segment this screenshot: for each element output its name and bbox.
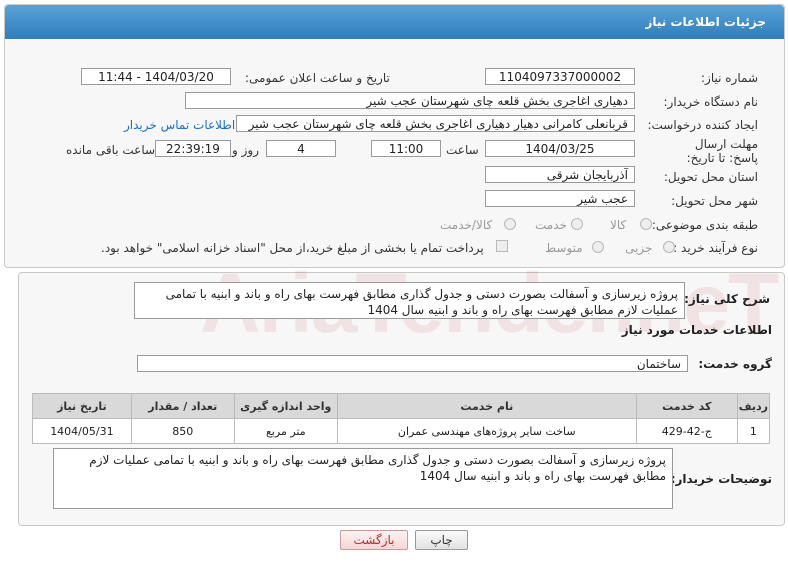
cell-row: 1 <box>736 418 771 444</box>
services-table: ردیف کد خدمت نام خدمت واحد اندازه گیری ت… <box>32 393 771 444</box>
time-label: ساعت <box>446 143 479 157</box>
deadline-label: مهلت ارسال پاسخ: تا تاریخ: <box>686 137 758 165</box>
process-label: نوع فرآیند خرید : <box>673 241 758 255</box>
creator-label: ایجاد کننده درخواست: <box>647 118 758 132</box>
service-group-label: گروه خدمت: <box>698 357 772 371</box>
description-label: شرح کلی نیاز: <box>684 292 770 306</box>
cell-date: 1404/05/31 <box>32 418 132 444</box>
remaining-time-field[interactable]: 22:39:19 <box>155 140 231 157</box>
city-label: شهر محل تحویل: <box>671 194 758 208</box>
days-field[interactable]: 4 <box>266 140 336 157</box>
creator-field[interactable]: قربانعلی کامرانی دهیار دهیاری اغاجری بخش… <box>236 115 635 132</box>
category-both-label: کالا/خدمت <box>440 218 493 232</box>
service-group-field[interactable]: ساختمان <box>137 355 688 372</box>
announce-field[interactable]: 1404/03/20 - 11:44 <box>81 68 231 85</box>
category-radio-service[interactable] <box>571 218 583 230</box>
col-unit: واحد اندازه گیری <box>233 393 338 419</box>
cell-unit: متر مربع <box>233 418 338 444</box>
province-label: استان محل تحویل: <box>663 170 758 184</box>
col-qty: تعداد / مقدار <box>130 393 235 419</box>
process-radio-minor[interactable] <box>663 241 675 253</box>
col-date: تاریخ نیاز <box>32 393 132 419</box>
description-text[interactable]: پروژه زیرسازی و آسفالت بصورت دستی و جدول… <box>134 282 685 319</box>
deadline-time-field[interactable]: 11:00 <box>371 140 441 157</box>
category-goods-label: کالا <box>610 218 627 232</box>
table-header-row: ردیف کد خدمت نام خدمت واحد اندازه گیری ت… <box>32 393 771 419</box>
category-label: طبقه بندی موضوعی: <box>651 218 758 232</box>
buyer-field[interactable]: دهیاری اغاجری بخش قلعه چای شهرستان عجب ش… <box>185 92 635 109</box>
col-row: ردیف <box>736 393 771 419</box>
city-field[interactable]: عجب شیر <box>485 190 635 207</box>
contact-buyer-link[interactable]: اطلاعات تماس خریدار <box>124 118 235 132</box>
page-title: جزئیات اطلاعات نیاز <box>645 15 766 29</box>
col-name: نام خدمت <box>336 393 637 419</box>
cell-qty: 850 <box>130 418 235 444</box>
panel-header: جزئیات اطلاعات نیاز <box>5 5 784 39</box>
buyer-notes-label: توضیحات خریدار: <box>670 472 772 486</box>
treasury-payment-note: پرداخت تمام یا بخشی از مبلغ خرید،از محل … <box>101 241 484 255</box>
process-medium-label: متوسط <box>545 241 583 255</box>
process-minor-label: جزیی <box>625 241 653 255</box>
table-row[interactable]: 1 ج-42-429 ساخت سایر پروژه‌های مهندسی عم… <box>32 418 771 444</box>
print-button[interactable]: چاپ <box>415 530 468 550</box>
need-number-field[interactable]: 1104097337000002 <box>485 68 635 85</box>
announce-label: تاریخ و ساعت اعلان عمومی: <box>245 71 390 85</box>
cell-code: ج-42-429 <box>635 418 738 444</box>
buyer-notes-text[interactable]: پروژه زیرسازی و آسفالت بصورت دستی و جدول… <box>53 448 673 509</box>
treasury-payment-checkbox[interactable] <box>496 240 508 252</box>
category-radio-goods[interactable] <box>640 218 652 230</box>
col-code: کد خدمت <box>635 393 738 419</box>
province-field[interactable]: آذربایجان شرقی <box>485 166 635 183</box>
deadline-date-field[interactable]: 1404/03/25 <box>485 140 635 157</box>
buyer-label: نام دستگاه خریدار: <box>663 95 759 109</box>
category-radio-both[interactable] <box>504 218 516 230</box>
services-section-title: اطلاعات خدمات مورد نیاز <box>621 323 772 337</box>
back-button[interactable]: بازگشت <box>340 530 408 550</box>
category-service-label: خدمت <box>535 218 567 232</box>
cell-name: ساخت سایر پروژه‌های مهندسی عمران <box>336 418 637 444</box>
remaining-label: ساعت باقی مانده <box>66 143 156 157</box>
days-label: روز و <box>232 143 259 157</box>
need-number-label: شماره نیاز: <box>701 71 758 85</box>
process-radio-medium[interactable] <box>592 241 604 253</box>
